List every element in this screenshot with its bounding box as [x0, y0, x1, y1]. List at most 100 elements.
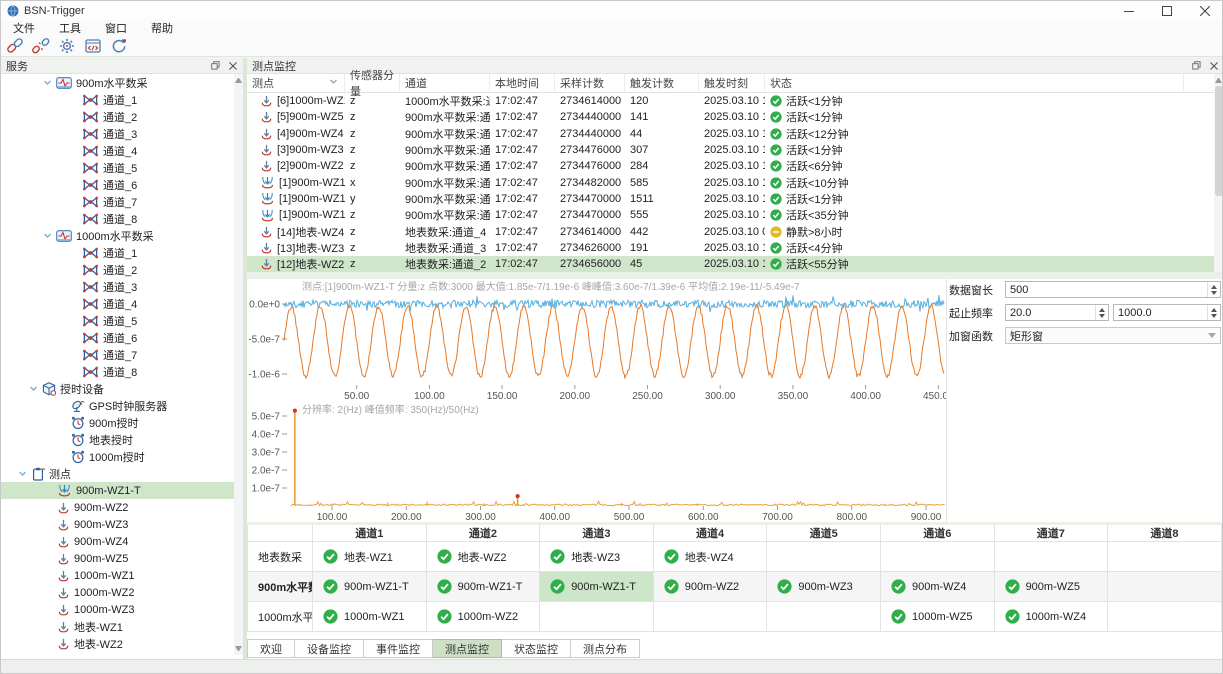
dock-splitter-horizontal[interactable] — [247, 272, 1223, 279]
menu-item-3[interactable]: 帮助 — [139, 20, 185, 36]
table-row-[3]900m-WZ3-z[interactable]: [3]900m-WZ3z900m水平数采:通道_517:02:472734476… — [247, 142, 1214, 158]
table-row-[1]900m-WZ1-T-z[interactable]: [1]900m-WZ1-Tz900m水平数采:通道_317:02:4727344… — [247, 207, 1214, 223]
spin-input-0-0[interactable]: 500 — [1005, 281, 1221, 298]
tree-item-通道_2[interactable]: 通道_2 — [1, 261, 243, 278]
float-panel-icon[interactable] — [1189, 59, 1203, 72]
tree-item-GPS时钟服务器[interactable]: GPS时钟服务器 — [1, 397, 243, 414]
tree-item-900m-WZ1-T[interactable]: 900m-WZ1-T — [1, 482, 243, 499]
menu-item-1[interactable]: 工具 — [47, 20, 93, 36]
tree-item-900m-WZ2[interactable]: 900m-WZ2 — [1, 499, 243, 516]
column-header-0[interactable]: 测点 — [247, 74, 345, 92]
tree-item-地表授时[interactable]: 地表授时 — [1, 431, 243, 448]
tree-item-通道_8[interactable]: 通道_8 — [1, 363, 243, 380]
connect-button[interactable] — [3, 36, 27, 56]
maximize-button[interactable] — [1148, 1, 1186, 20]
tree-item-通道_4[interactable]: 通道_4 — [1, 295, 243, 312]
console-button[interactable] — [81, 36, 105, 56]
table-row-[12]地表-WZ2-z[interactable]: [12]地表-WZ2z地表数采:通道_217:02:47273465600045… — [247, 256, 1214, 272]
grid-cell-地表-WZ1[interactable]: 地表-WZ1 — [313, 542, 427, 572]
grid-cell-900m-WZ1-T[interactable]: 900m-WZ1-T — [426, 572, 540, 602]
tree-item-测点[interactable]: 测点 — [1, 465, 243, 482]
grid-cell-1000m-WZ5[interactable]: 1000m-WZ5 — [880, 602, 994, 632]
spin-up-icon[interactable] — [1099, 308, 1105, 312]
tree-item-900m-WZ4[interactable]: 900m-WZ4 — [1, 533, 243, 550]
column-header-6[interactable]: 触发时刻 — [699, 74, 765, 92]
tab-欢迎[interactable]: 欢迎 — [247, 639, 295, 658]
tree-item-1000m-WZ2[interactable]: 1000m-WZ2 — [1, 584, 243, 601]
spin-down-icon[interactable] — [1099, 314, 1105, 318]
tree-item-地表-WZ2[interactable]: 地表-WZ2 — [1, 635, 243, 652]
table-row-[1]900m-WZ1-T-y[interactable]: [1]900m-WZ1-Ty900m水平数采:通道_217:02:4727344… — [247, 191, 1214, 207]
grid-cell-地表-WZ4[interactable]: 地表-WZ4 — [653, 542, 767, 572]
menu-item-2[interactable]: 窗口 — [93, 20, 139, 36]
table-row-[14]地表-WZ4-z[interactable]: [14]地表-WZ4z地表数采:通道_417:02:47273461400044… — [247, 223, 1214, 239]
settings-button[interactable] — [55, 36, 79, 56]
tree-item-1000m授时[interactable]: 1000m授时 — [1, 448, 243, 465]
sort-dropdown[interactable] — [329, 77, 338, 89]
tree-item-1000m水平数采[interactable]: 1000m水平数采 — [1, 227, 243, 244]
tab-测点分布[interactable]: 测点分布 — [571, 639, 640, 658]
spin-up-icon[interactable] — [1211, 285, 1217, 289]
tree-item-通道_7[interactable]: 通道_7 — [1, 193, 243, 210]
refresh-button[interactable] — [107, 36, 131, 56]
grid-cell-地表-WZ3[interactable]: 地表-WZ3 — [540, 542, 654, 572]
table-row-[13]地表-WZ3-z[interactable]: [13]地表-WZ3z地表数采:通道_317:02:47273462600019… — [247, 240, 1214, 256]
menu-item-0[interactable]: 文件 — [1, 20, 47, 36]
tree-item-900m授时[interactable]: 900m授时 — [1, 414, 243, 431]
tab-事件监控[interactable]: 事件监控 — [364, 639, 433, 658]
tree-item-通道_4[interactable]: 通道_4 — [1, 142, 243, 159]
grid-cell-900m-WZ2[interactable]: 900m-WZ2 — [653, 572, 767, 602]
tree-item-1000m-WZ1[interactable]: 1000m-WZ1 — [1, 567, 243, 584]
column-header-1[interactable]: 传感器分量 — [345, 74, 400, 92]
table-row-[2]900m-WZ2-z[interactable]: [2]900m-WZ2z900m水平数采:通道_417:02:472734476… — [247, 158, 1214, 174]
table-row-[1]900m-WZ1-T-x[interactable]: [1]900m-WZ1-Tx900m水平数采:通道_117:02:4727344… — [247, 174, 1214, 190]
tree-item-900m-WZ5[interactable]: 900m-WZ5 — [1, 550, 243, 567]
dropdown-icon[interactable] — [1208, 333, 1216, 338]
tree-item-通道_1[interactable]: 通道_1 — [1, 244, 243, 261]
spin-input-1-0[interactable]: 20.0 — [1005, 304, 1109, 321]
grid-cell-地表-WZ2[interactable]: 地表-WZ2 — [426, 542, 540, 572]
tree-item-通道_7[interactable]: 通道_7 — [1, 346, 243, 363]
grid-cell-900m-WZ1-T[interactable]: 900m-WZ1-T — [540, 572, 654, 602]
tree-item-1000m-WZ3[interactable]: 1000m-WZ3 — [1, 601, 243, 618]
column-header-2[interactable]: 通道 — [400, 74, 490, 92]
table-scrollbar[interactable] — [1214, 74, 1223, 272]
tree-item-通道_2[interactable]: 通道_2 — [1, 108, 243, 125]
tree-item-通道_1[interactable]: 通道_1 — [1, 91, 243, 108]
close-button[interactable] — [1186, 1, 1223, 20]
grid-cell-1000m-WZ4[interactable]: 1000m-WZ4 — [994, 602, 1108, 632]
tree-item-通道_8[interactable]: 通道_8 — [1, 210, 243, 227]
grid-cell-900m-WZ5[interactable]: 900m-WZ5 — [994, 572, 1108, 602]
column-header-3[interactable]: 本地时间 — [490, 74, 555, 92]
grid-cell-900m-WZ1-T[interactable]: 900m-WZ1-T — [313, 572, 427, 602]
spin-down-icon[interactable] — [1211, 291, 1217, 295]
column-header-7[interactable]: 状态 — [765, 74, 1184, 92]
tab-测点监控[interactable]: 测点监控 — [433, 639, 502, 658]
grid-cell-900m-WZ4[interactable]: 900m-WZ4 — [880, 572, 994, 602]
tree-scrollbar[interactable] — [234, 74, 243, 655]
scroll-down-icon[interactable] — [235, 646, 242, 653]
scroll-up-icon[interactable] — [235, 76, 242, 83]
spin-input-1-1[interactable]: 1000.0 — [1113, 304, 1221, 321]
spin-up-icon[interactable] — [1211, 308, 1217, 312]
tab-设备监控[interactable]: 设备监控 — [295, 639, 364, 658]
scrollbar-thumb[interactable] — [1215, 86, 1223, 196]
float-panel-icon[interactable] — [208, 59, 222, 72]
grid-cell-1000m-WZ2[interactable]: 1000m-WZ2 — [426, 602, 540, 632]
minimize-button[interactable] — [1110, 1, 1148, 20]
window-function-select[interactable]: 矩形窗 — [1005, 327, 1221, 344]
tree-item-通道_3[interactable]: 通道_3 — [1, 278, 243, 295]
scroll-up-icon[interactable] — [1215, 76, 1222, 83]
close-panel-icon[interactable] — [226, 59, 240, 72]
tree-item-通道_5[interactable]: 通道_5 — [1, 312, 243, 329]
tree-item-授时设备[interactable]: 授时设备 — [1, 380, 243, 397]
table-row-[5]900m-WZ5-z[interactable]: [5]900m-WZ5z900m水平数采:通道_717:02:472734440… — [247, 109, 1214, 125]
tree-item-通道_3[interactable]: 通道_3 — [1, 125, 243, 142]
table-row-[6]1000m-WZ1-z[interactable]: [6]1000m-WZ1z1000m水平数采:通道_117:02:4727346… — [247, 93, 1214, 109]
tree-item-通道_6[interactable]: 通道_6 — [1, 176, 243, 193]
grid-cell-1000m-WZ1[interactable]: 1000m-WZ1 — [313, 602, 427, 632]
disconnect-button[interactable] — [29, 36, 53, 56]
tree-item-通道_5[interactable]: 通道_5 — [1, 159, 243, 176]
table-row-[4]900m-WZ4-z[interactable]: [4]900m-WZ4z900m水平数采:通道_617:02:472734440… — [247, 126, 1214, 142]
tree-item-地表-WZ1[interactable]: 地表-WZ1 — [1, 618, 243, 635]
